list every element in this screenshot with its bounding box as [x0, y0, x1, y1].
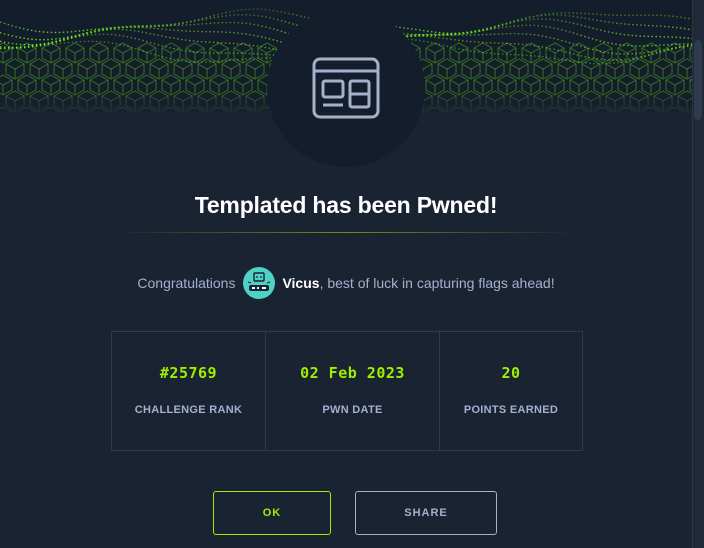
title-divider	[116, 232, 576, 233]
congrats-suffix: , best of luck in capturing flags ahead!	[319, 275, 555, 291]
username-link[interactable]: Vicus	[282, 275, 319, 291]
points-earned-value: 20	[501, 364, 521, 382]
stat-challenge-rank: #25769 CHALLENGE RANK	[112, 332, 266, 450]
modal-title: Templated has been Pwned!	[194, 192, 498, 218]
avatar[interactable]	[243, 267, 276, 299]
pwn-date-value: 02 Feb 2023	[300, 364, 405, 382]
pwned-modal: Templated has been Pwned! Congratulation…	[0, 0, 704, 548]
challenge-rank-label: CHALLENGE RANK	[134, 404, 243, 416]
points-earned-label: POINTS EARNED	[463, 404, 559, 416]
stat-points-earned: 20 POINTS EARNED	[440, 332, 582, 450]
pwn-date-label: PWN DATE	[322, 404, 383, 416]
share-button[interactable]: SHARE	[355, 491, 497, 535]
congrats-prefix: Congratulations	[137, 275, 236, 291]
stat-pwn-date: 02 Feb 2023 PWN DATE	[266, 332, 440, 450]
scrollbar-thumb[interactable]	[694, 40, 702, 120]
robot-avatar-icon	[248, 272, 271, 291]
scrollbar[interactable]	[692, 0, 704, 548]
ok-button[interactable]: OK	[213, 491, 331, 535]
congrats-message: Congratulations Vicus , best of luck in …	[0, 266, 692, 300]
challenge-icon-circle	[267, 9, 425, 167]
template-layout-icon	[312, 57, 380, 119]
challenge-rank-value: #25769	[159, 364, 218, 382]
stats-panel: #25769 CHALLENGE RANK 02 Feb 2023 PWN DA…	[111, 331, 583, 451]
